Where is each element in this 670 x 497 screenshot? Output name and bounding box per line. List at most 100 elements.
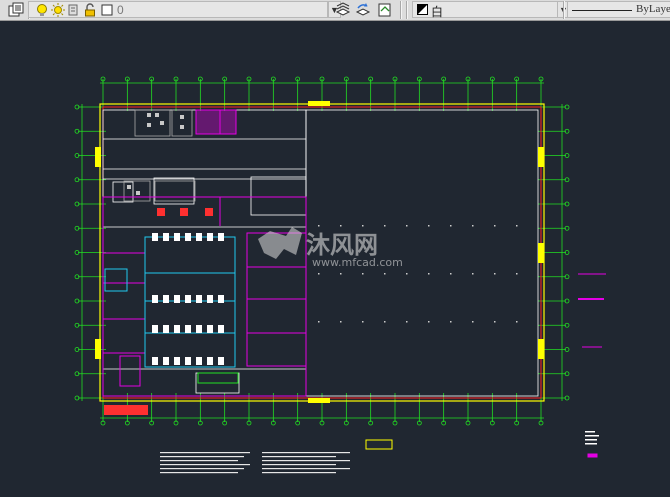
color-value-text: 白 [431,5,444,19]
note-line [160,468,244,470]
note-line [262,452,350,454]
machine-symbol [218,233,224,241]
column-dot [406,321,408,323]
note-line [160,464,250,466]
column-dot [428,273,430,275]
drawing-notes [160,452,350,474]
color-swatch-icon [417,4,428,15]
note-line [160,460,238,462]
linetype-dropdown[interactable]: ByLaye [567,1,670,18]
column-dot [384,321,386,323]
machine-symbol [185,233,191,241]
machine-symbol [163,295,169,303]
make-current-button[interactable] [334,2,352,18]
paintbrush-icon[interactable] [67,3,81,17]
column-dot [340,225,342,227]
layer-state-icon [378,3,391,17]
toolbar-separator [406,1,408,19]
machine-symbol [207,233,213,241]
machine-symbol [185,325,191,333]
equipment-symbols [152,233,224,365]
column-dot [362,273,364,275]
machine-symbol [174,233,180,241]
column-dot [318,225,320,227]
machine-symbol [174,295,180,303]
machine-symbol [218,325,224,333]
note-line [160,472,238,474]
layer-dropdown[interactable]: 0 [28,1,328,18]
machine-symbol [152,233,158,241]
toolbar-separator [400,1,402,19]
machine-symbol [218,295,224,303]
column-dot [318,321,320,323]
machine-symbol [174,325,180,333]
machine-symbol [152,295,158,303]
column-dot [472,273,474,275]
layer-previous-button[interactable] [354,2,372,18]
toolbar-separator [563,1,565,19]
column-dot [494,225,496,227]
column-dot [340,273,342,275]
layer-properties-icon [8,2,24,17]
column-dot [362,321,364,323]
column-dot [318,273,320,275]
column-dot [472,225,474,227]
machine-symbol [174,357,180,365]
column-dot [494,273,496,275]
column-dot [406,273,408,275]
toilet-blocks [123,109,196,202]
layer-state-button[interactable] [376,2,394,18]
machine-symbol [196,295,202,303]
layer-color-square-icon [101,4,113,16]
column-dot [428,321,430,323]
note-line [262,456,336,458]
production-area [104,236,236,368]
machine-symbol [163,325,169,333]
machine-symbol [196,233,202,241]
note-line [262,464,336,466]
drawing-canvas[interactable]: 沐风网 www.mfcad.com [0,21,670,497]
machine-symbol [163,233,169,241]
column-dot [494,321,496,323]
note-line [262,468,350,470]
column-dot [472,321,474,323]
linetype-preview [572,10,632,11]
note-line [262,460,350,462]
machine-symbol [207,325,213,333]
column-dot [428,225,430,227]
column-dot [516,273,518,275]
column-dot [450,225,452,227]
linetype-value-text: ByLaye [636,3,670,15]
layer-properties-button[interactable] [7,2,25,18]
machine-symbol [196,357,202,365]
machine-symbol [152,325,158,333]
machine-symbol [207,357,213,365]
column-dot [450,321,452,323]
note-line [160,452,250,454]
sun-icon[interactable] [51,3,65,17]
column-dot [384,225,386,227]
column-dot [340,321,342,323]
bulb-icon[interactable] [35,3,49,17]
make-current-icon [335,2,351,16]
layer-previous-icon [355,3,371,16]
watermark-url: www.mfcad.com [312,256,403,269]
layer-toolbar: 0 ▼ 白 ▼ ByLaye [0,0,670,21]
column-dot [516,321,518,323]
color-dropdown[interactable]: 白 [412,1,558,19]
note-line [262,472,336,474]
machine-symbol [207,295,213,303]
machine-symbol [185,357,191,365]
note-line [160,456,244,458]
layer-name-text: 0 [117,3,124,17]
column-dot [384,273,386,275]
column-dot [406,225,408,227]
lock-icon[interactable] [83,3,97,17]
room-partitions [102,109,606,458]
machine-symbol [218,357,224,365]
column-dot [450,273,452,275]
machine-symbol [196,325,202,333]
green-equipment [197,372,393,450]
machine-symbol [185,295,191,303]
column-dot [516,225,518,227]
